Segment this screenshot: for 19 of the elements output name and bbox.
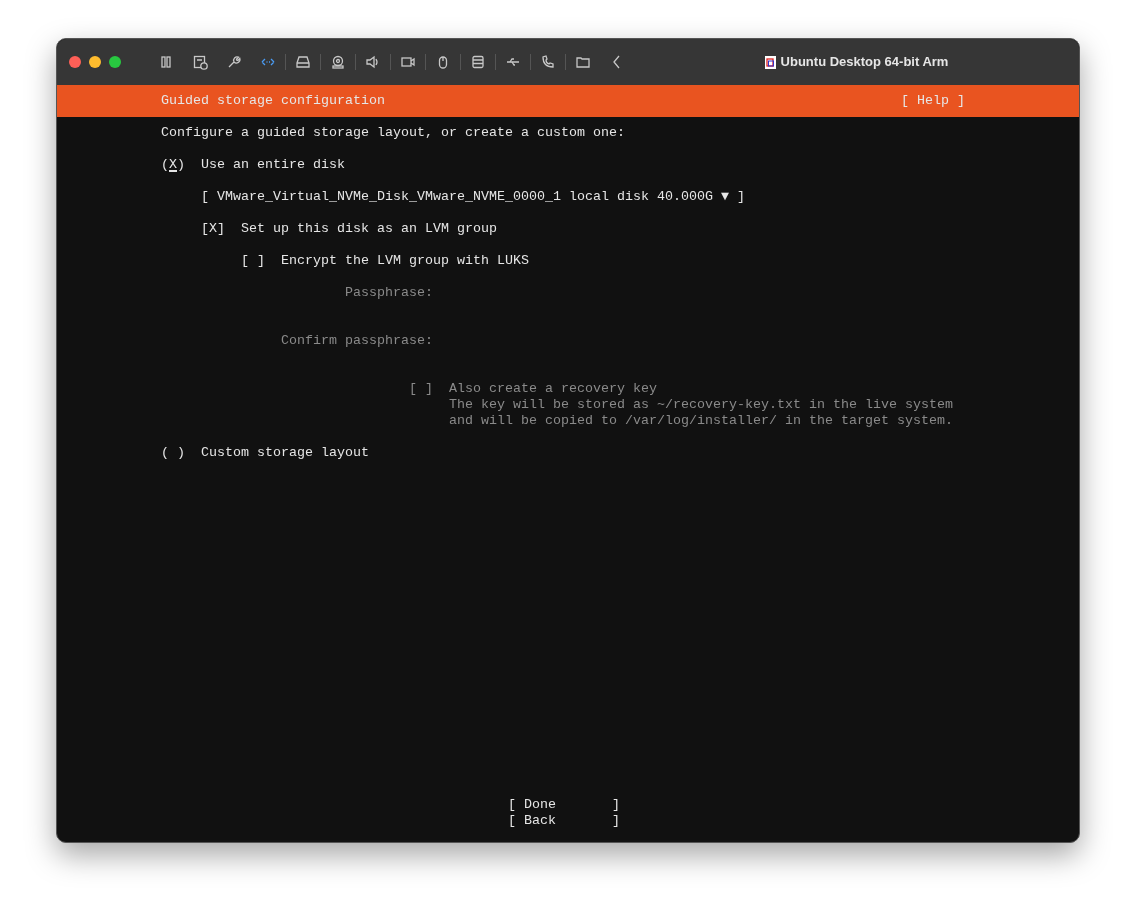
radio-button[interactable]: (X) (161, 157, 185, 173)
screen-title: Guided storage configuration (161, 93, 385, 109)
option-label: Encrypt the LVM group with LUKS (281, 253, 529, 269)
checkbox[interactable]: [ ] (241, 253, 265, 269)
description-text: and will be copied to /var/log/installer/ in the target system. (449, 413, 953, 429)
option-label: Set up this disk as an LVM group (241, 221, 497, 237)
disk-dropdown[interactable]: [ VMware_Virtual_NVMe_Disk_VMware_NVME_0000_1 local disk 40.000G ▼ ] (201, 189, 745, 205)
option-label: Use an entire disk (201, 157, 345, 173)
description-text: The key will be stored as ~/recovery-key.txt in the live system (449, 397, 953, 413)
action-button[interactable]: [ Done ] (508, 797, 620, 813)
action-button[interactable]: [ Back ] (508, 813, 620, 829)
window-title: Ubuntu Desktop 64-bit Arm (780, 53, 949, 72)
checkbox[interactable]: [X] (201, 221, 225, 237)
passphrase-label: Passphrase: (344, 285, 433, 301)
passphrase-label: Confirm passphrase: (280, 333, 433, 349)
radio-button[interactable]: ( ) (161, 445, 185, 461)
option-label: Custom storage layout (201, 445, 369, 461)
option-label: Also create a recovery key (449, 381, 658, 397)
instruction-text: Configure a guided storage layout, or create a custom one: (161, 125, 625, 141)
